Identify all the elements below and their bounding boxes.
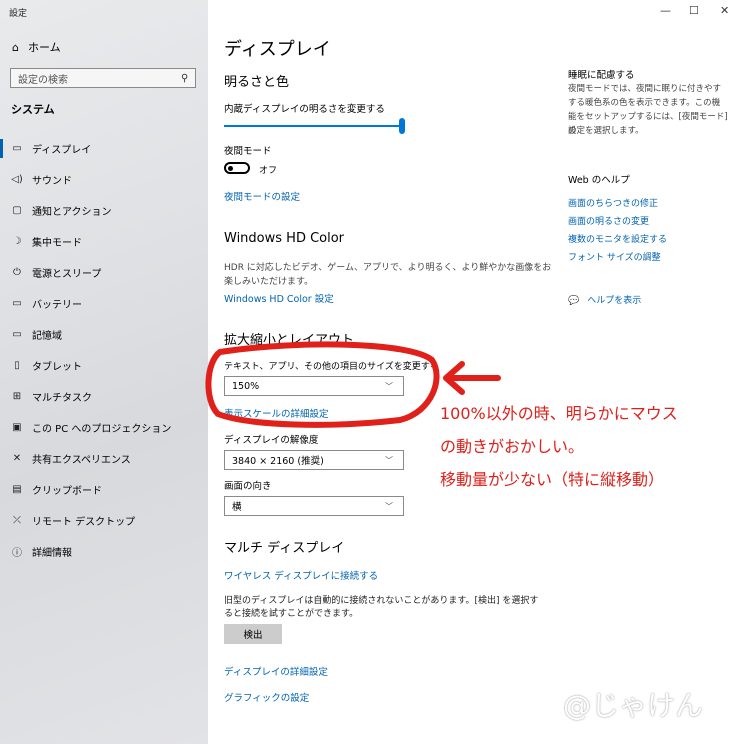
annotation-circle (205, 341, 440, 428)
annotation-arrow (443, 361, 501, 395)
annotation-overlay (205, 341, 501, 428)
